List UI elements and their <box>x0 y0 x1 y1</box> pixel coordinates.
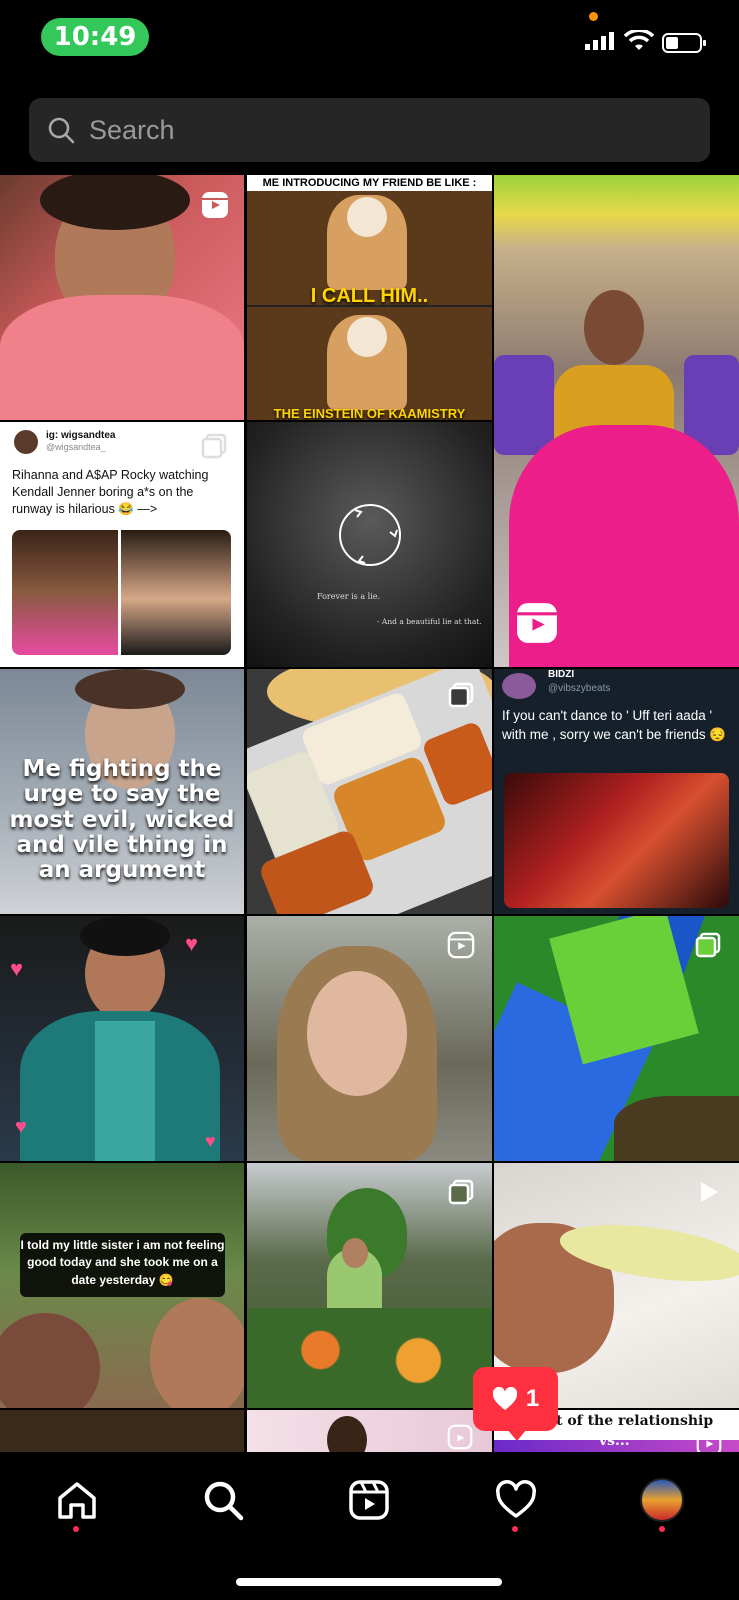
carousel-icon <box>695 932 721 958</box>
search-bar[interactable]: Search <box>29 98 710 162</box>
grid-tile-11[interactable] <box>247 916 492 1161</box>
profile-badge-dot <box>659 1526 665 1532</box>
tile-caption-top: ME INTRODUCING MY FRIEND BE LIKE : <box>262 177 477 189</box>
grid-tile-4[interactable]: ig: wigsandtea @wigsandtea_ Rihanna and … <box>0 422 244 667</box>
heart-icon <box>496 1480 536 1518</box>
tweet-handle: @vibszybeats <box>548 683 611 694</box>
profile-avatar <box>640 1478 684 1522</box>
post-caption: t of the relationship <box>556 1413 714 1429</box>
battery-icon <box>662 33 706 53</box>
tab-reels[interactable] <box>339 1470 399 1530</box>
meme-text: I told my little sister i am not feeling… <box>20 1238 225 1287</box>
quote-line-2: - And a beautiful lie at that. <box>377 617 482 626</box>
wifi-icon <box>624 30 654 50</box>
search-placeholder: Search <box>89 114 175 145</box>
grid-tile-8[interactable] <box>247 669 492 914</box>
reels-icon <box>696 1430 722 1452</box>
carousel-icon <box>448 1179 474 1205</box>
grid-tile-7[interactable]: Me fighting the urge to say the most evi… <box>0 669 244 914</box>
grid-tile-14[interactable] <box>247 1163 492 1408</box>
grid-tile-12[interactable] <box>494 916 739 1161</box>
home-indicator <box>236 1578 502 1586</box>
tab-home[interactable] <box>47 1470 107 1530</box>
tile-caption-mid: I CALL HIM.. <box>310 285 429 307</box>
grid-tile-1[interactable] <box>0 175 244 420</box>
tweet-text: If you can't dance to ' Uff teri aada ' … <box>502 708 727 742</box>
status-time: 10:49 <box>41 18 149 56</box>
home-badge-dot <box>73 1526 79 1532</box>
play-icon <box>701 1182 718 1202</box>
activity-notification-bubble[interactable]: 1 <box>473 1367 558 1441</box>
carousel-icon <box>448 682 474 708</box>
grid-tile-10[interactable]: ♥ ♥ ♥ ♥ <box>0 916 244 1161</box>
reels-icon <box>517 603 557 643</box>
grid-tile-17[interactable] <box>247 1410 492 1452</box>
tweet-author: ig: wigsandtea <box>46 430 116 441</box>
tab-profile[interactable] <box>632 1470 692 1530</box>
grid-tile-13[interactable]: I told my little sister i am not feeling… <box>0 1163 244 1408</box>
circle-arrows-graphic <box>339 504 401 566</box>
reels-icon <box>447 1424 473 1450</box>
reels-icon <box>349 1480 389 1520</box>
grid-tile-3[interactable] <box>494 175 739 667</box>
grid-tile-5[interactable]: Forever is a lie. - And a beautiful lie … <box>247 422 492 667</box>
activity-badge-dot <box>512 1526 518 1532</box>
status-bar: 10:49 <box>0 0 739 80</box>
avatar <box>14 430 38 454</box>
privacy-indicator-dot <box>589 12 598 21</box>
quote-line-1: Forever is a lie. <box>317 592 381 601</box>
cellular-signal-icon <box>585 32 614 50</box>
post-caption-2: vs... <box>599 1433 630 1449</box>
grid-tile-2[interactable]: ME INTRODUCING MY FRIEND BE LIKE : I CAL… <box>247 175 492 420</box>
explore-grid: ME INTRODUCING MY FRIEND BE LIKE : I CAL… <box>0 175 739 1452</box>
grid-tile-16[interactable] <box>0 1410 244 1452</box>
reels-icon <box>447 931 475 959</box>
reels-icon <box>202 192 228 218</box>
avatar <box>502 673 536 699</box>
search-icon <box>48 117 75 144</box>
tweet-author: BIDZI <box>548 669 575 680</box>
tile-caption-bottom: THE EINSTEIN OF KAAMISTRY <box>273 406 466 420</box>
grid-tile-9[interactable]: BIDZI @vibszybeats If you can't dance to… <box>494 669 739 914</box>
home-icon <box>58 1482 96 1519</box>
carousel-icon <box>201 433 227 459</box>
tweet-handle: @wigsandtea_ <box>46 442 106 452</box>
heart-icon <box>492 1387 517 1410</box>
notification-count: 1 <box>525 1385 540 1412</box>
tab-activity[interactable] <box>486 1470 546 1530</box>
search-icon <box>204 1481 244 1521</box>
tweet-text: Rihanna and A$AP Rocky watching Kendall … <box>12 468 209 516</box>
meme-text: Me fighting the urge to say the most evi… <box>9 756 235 884</box>
tab-search[interactable] <box>193 1470 253 1530</box>
